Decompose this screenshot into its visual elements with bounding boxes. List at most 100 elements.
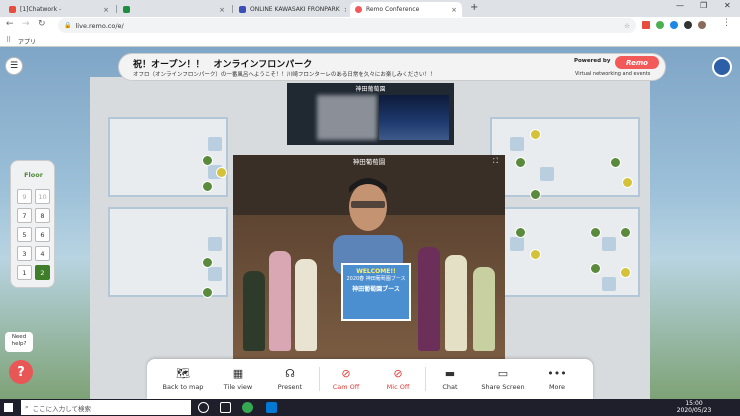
help-button[interactable]: ? bbox=[9, 360, 33, 384]
mic-off-button[interactable]: ⊘ Mic Off bbox=[373, 359, 423, 399]
back-to-map-button[interactable]: 🗺 Back to map bbox=[153, 359, 213, 399]
floor-button-9[interactable]: 9 bbox=[17, 189, 32, 204]
extension-icon[interactable] bbox=[642, 21, 650, 29]
room[interactable] bbox=[490, 207, 640, 297]
floor-button-10[interactable]: 10 bbox=[35, 189, 50, 204]
floor-button-8[interactable]: 8 bbox=[35, 208, 50, 223]
share-screen-button[interactable]: ▭ Share Screen bbox=[475, 359, 531, 399]
windows-taskbar: ⌕ ここに入力して検索 15:00 2020/05/23 bbox=[0, 399, 740, 416]
extension-icon[interactable] bbox=[656, 21, 664, 29]
windows-start-icon[interactable] bbox=[4, 403, 13, 412]
attendee-avatar[interactable] bbox=[202, 257, 213, 268]
attendee-avatar[interactable] bbox=[515, 157, 526, 168]
event-title: 祝！オープン！！ オンラインフロンパーク bbox=[133, 60, 313, 70]
participant-video-main[interactable]: WELCOME!! 2020春 神田葡萄園ブース 神田葡萄園ブース 神田葡萄園 … bbox=[233, 155, 505, 359]
attendee-avatar[interactable] bbox=[620, 267, 631, 278]
floor-selector: Floor 9 10 7 8 5 6 3 4 1 2 bbox=[10, 160, 55, 288]
button-label: Cam Off bbox=[332, 382, 360, 391]
mic-off-icon: ⊘ bbox=[393, 366, 403, 380]
window-close-icon[interactable]: ✕ bbox=[724, 1, 731, 10]
attendee-avatar[interactable] bbox=[202, 181, 213, 192]
button-label: Back to map bbox=[162, 382, 204, 391]
apps-bookmark[interactable]: アプリ bbox=[18, 37, 36, 46]
browser-tab-fronpark[interactable]: ONLINE KAWASAKI FRONPARK × bbox=[234, 2, 346, 17]
event-subtitle: オフロ（オンラインフロンパーク）の一番風呂へようこそ！！川崎フロンターレのある日… bbox=[133, 72, 436, 78]
control-bar: 🗺 Back to map ▦ Tile view ☊ Present ⊘ Ca… bbox=[147, 359, 593, 399]
url-text: live.remo.co/e/ bbox=[75, 21, 124, 30]
maximize-icon[interactable]: ❐ bbox=[700, 1, 707, 10]
floor-button-4[interactable]: 4 bbox=[35, 246, 50, 261]
browser-tab-remo[interactable]: Remo Conference × bbox=[350, 2, 462, 17]
close-icon[interactable]: × bbox=[344, 6, 346, 14]
event-banner: 祝！オープン！！ オンラインフロンパーク オフロ（オンラインフロンパーク）の一番… bbox=[118, 53, 666, 81]
tab-title: ONLINE KAWASAKI FRONPARK bbox=[250, 6, 340, 13]
sign-title: WELCOME!! bbox=[356, 268, 396, 275]
extension-icon[interactable] bbox=[670, 21, 678, 29]
close-icon[interactable]: × bbox=[103, 6, 109, 14]
attendee-avatar[interactable] bbox=[530, 129, 541, 140]
floor-button-2[interactable]: 2 bbox=[35, 265, 50, 280]
video-person bbox=[333, 178, 403, 275]
apps-grid-icon[interactable]: ⠿ bbox=[6, 36, 11, 44]
attendee-avatar[interactable] bbox=[202, 287, 213, 298]
chrome-icon[interactable] bbox=[242, 402, 253, 413]
expand-icon[interactable]: ⛶ bbox=[493, 157, 498, 166]
attendee-avatar[interactable] bbox=[216, 167, 227, 178]
user-avatar[interactable] bbox=[712, 57, 732, 77]
minimize-icon[interactable]: — bbox=[676, 1, 684, 10]
more-button[interactable]: ••• More bbox=[533, 359, 581, 399]
extension-icon[interactable] bbox=[684, 21, 692, 29]
participant-video-small[interactable]: 神田葡萄園 bbox=[287, 83, 454, 145]
attendee-avatar[interactable] bbox=[590, 263, 601, 274]
floor-button-3[interactable]: 3 bbox=[17, 246, 32, 261]
button-label: Chat bbox=[442, 382, 458, 391]
room[interactable] bbox=[108, 207, 228, 297]
browser-tab-sheets[interactable]: × bbox=[118, 2, 230, 17]
button-label: Tile view bbox=[223, 382, 253, 391]
attendee-avatar[interactable] bbox=[590, 227, 601, 238]
browser-tab-chatwork[interactable]: [1]Chatwork - × bbox=[4, 2, 114, 17]
star-icon[interactable]: ☆ bbox=[624, 22, 630, 30]
remo-logo: Remo bbox=[615, 56, 659, 69]
floor-button-1[interactable]: 1 bbox=[17, 265, 32, 280]
screen-icon: ▭ bbox=[497, 366, 509, 380]
outlook-icon[interactable] bbox=[266, 402, 277, 413]
floor-button-5[interactable]: 5 bbox=[17, 227, 32, 242]
forward-arrow-icon[interactable]: → bbox=[22, 19, 30, 29]
attendee-avatar[interactable] bbox=[515, 227, 526, 238]
taskbar-search-input[interactable]: ⌕ ここに入力して検索 bbox=[21, 400, 191, 415]
tile-view-button[interactable]: ▦ Tile view bbox=[213, 359, 263, 399]
floor-button-6[interactable]: 6 bbox=[35, 227, 50, 242]
floor-button-7[interactable]: 7 bbox=[17, 208, 32, 223]
kebab-menu-icon[interactable]: ⋮ bbox=[722, 18, 731, 28]
attendee-avatar[interactable] bbox=[620, 227, 631, 238]
cam-off-button[interactable]: ⊘ Cam Off bbox=[321, 359, 371, 399]
attendee-avatar[interactable] bbox=[530, 249, 541, 260]
chat-button[interactable]: ▬ Chat bbox=[427, 359, 473, 399]
tab-title: Remo Conference bbox=[366, 6, 420, 13]
attendee-avatar[interactable] bbox=[610, 157, 621, 168]
cortana-icon[interactable] bbox=[198, 402, 209, 413]
hamburger-menu-button[interactable]: ☰ bbox=[5, 57, 23, 75]
task-view-icon[interactable] bbox=[220, 402, 231, 413]
search-placeholder: ここに入力して検索 bbox=[32, 404, 91, 413]
close-icon[interactable]: × bbox=[451, 6, 457, 14]
fronpark-favicon-icon bbox=[239, 6, 246, 13]
present-button[interactable]: ☊ Present bbox=[263, 359, 317, 399]
bookmarks-bar: ⠿ アプリ bbox=[0, 34, 740, 47]
participant-name: 神田葡萄園 bbox=[355, 86, 386, 93]
button-label: More bbox=[548, 382, 566, 391]
floor-label: Floor bbox=[24, 171, 43, 179]
close-icon[interactable]: × bbox=[219, 6, 225, 14]
attendee-avatar[interactable] bbox=[622, 177, 633, 188]
profile-avatar[interactable] bbox=[698, 21, 706, 29]
welcome-sign: WELCOME!! 2020春 神田葡萄園ブース 神田葡萄園ブース bbox=[341, 263, 411, 321]
reload-icon[interactable]: ↻ bbox=[38, 19, 46, 29]
remo-tagline: Virtual networking and events bbox=[575, 71, 651, 77]
attendee-avatar[interactable] bbox=[202, 155, 213, 166]
back-arrow-icon[interactable]: ← bbox=[6, 19, 14, 29]
address-bar[interactable]: 🔒 live.remo.co/e/ ☆ bbox=[58, 18, 636, 33]
new-tab-button[interactable]: + bbox=[470, 2, 478, 13]
attendee-avatar[interactable] bbox=[530, 189, 541, 200]
taskbar-clock[interactable]: 15:00 2020/05/23 bbox=[674, 400, 714, 414]
